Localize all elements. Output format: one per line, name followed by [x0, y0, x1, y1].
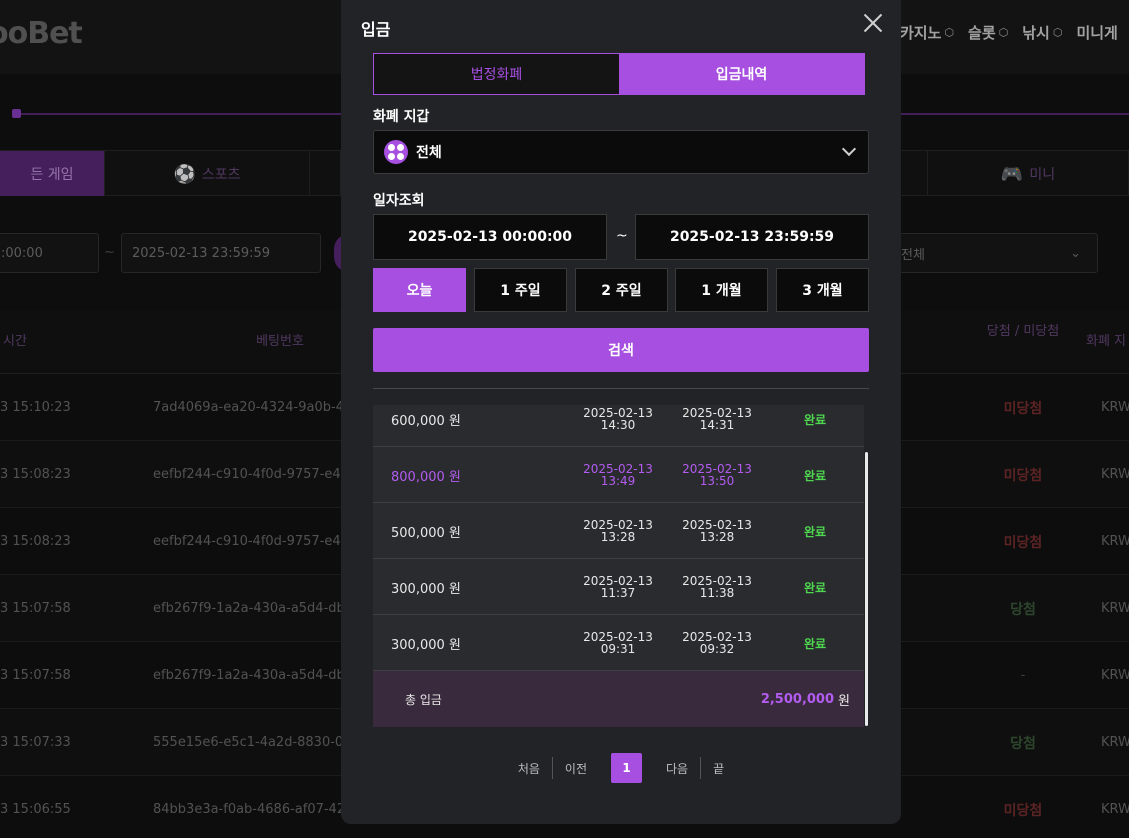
list-item[interactable]: 300,000 원 2025-02-13 09:31 2025-02-13 09:32 완… — [373, 615, 864, 671]
list-item[interactable]: 800,000 원 2025-02-13 13:49 2025-02-13 13:50 완… — [373, 447, 864, 503]
complete-datetime: 2025-02-13 14:31 — [682, 406, 752, 432]
status-badge: 완료 — [804, 468, 827, 483]
total-value: 2,500,000 원 — [760, 691, 850, 709]
page-first[interactable]: 처음 — [506, 760, 552, 777]
request-datetime: 2025-02-13 11:37 — [583, 574, 653, 600]
list-scrollbar[interactable] — [865, 452, 868, 726]
pagination: 처음 이전 1 다음 끝 — [341, 753, 901, 783]
chevron-down-icon — [841, 141, 857, 157]
deposit-amount: 800,000 원 — [391, 469, 461, 485]
divider — [373, 388, 869, 389]
range-1month-button[interactable]: 1 개월 — [675, 268, 768, 312]
search-button[interactable]: 검색 — [373, 328, 869, 372]
date-label: 일자조회 — [373, 193, 425, 209]
deposit-amount: 500,000 원 — [391, 525, 461, 541]
request-datetime: 2025-02-13 13:49 — [583, 462, 653, 488]
deposit-tabs: 법정화폐 입금내역 — [373, 53, 865, 95]
complete-datetime: 2025-02-13 09:32 — [682, 630, 752, 656]
status-badge: 완료 — [804, 524, 827, 539]
tab-deposit-history[interactable]: 입금내역 — [619, 54, 864, 94]
wallet-label: 화폐 지갑 — [373, 109, 430, 125]
page-prev[interactable]: 이전 — [553, 760, 599, 777]
range-today-button[interactable]: 오늘 — [373, 268, 466, 312]
complete-datetime: 2025-02-13 11:38 — [682, 574, 752, 600]
status-badge: 완료 — [804, 412, 827, 427]
modal-title: 입금 — [361, 20, 391, 39]
deposit-amount: 300,000 원 — [391, 581, 461, 597]
deposit-amount: 300,000 원 — [391, 637, 461, 653]
request-datetime: 2025-02-13 13:28 — [583, 518, 653, 544]
complete-datetime: 2025-02-13 13:28 — [682, 518, 752, 544]
list-item[interactable]: 500,000 원 2025-02-13 13:28 2025-02-13 13:28 완… — [373, 503, 864, 559]
date-from-input[interactable]: 2025-02-13 00:00:00 — [373, 214, 607, 260]
status-badge: 완료 — [804, 636, 827, 651]
date-separator: ~ — [616, 228, 628, 244]
date-to-input[interactable]: 2025-02-13 23:59:59 — [635, 214, 869, 260]
page: ooBet 카지노⬡ 슬롯⬡ 낚시⬡ 미니게 든 게임 ⚽스포츠 🎮미니 :00… — [0, 0, 1129, 838]
deposit-modal: 입금 법정화폐 입금내역 화폐 지갑 전체 일자조회 2025-02-13 00… — [341, 0, 901, 824]
range-2week-button[interactable]: 2 주일 — [575, 268, 668, 312]
wallet-select[interactable]: 전체 — [373, 130, 869, 174]
total-row: 총 입금 2,500,000 원 — [373, 671, 864, 727]
range-3month-button[interactable]: 3 개월 — [776, 268, 869, 312]
wallet-select-value: 전체 — [416, 145, 442, 161]
page-next[interactable]: 다음 — [654, 760, 700, 777]
request-datetime: 2025-02-13 09:31 — [583, 630, 653, 656]
page-last[interactable]: 끝 — [701, 760, 736, 777]
status-badge: 완료 — [804, 580, 827, 595]
list-item[interactable]: 300,000 원 2025-02-13 11:37 2025-02-13 11:38 완… — [373, 559, 864, 615]
deposit-list[interactable]: 600,000 원 2025-02-13 14:30 2025-02-13 14:31 완… — [373, 405, 869, 727]
list-item[interactable]: 600,000 원 2025-02-13 14:30 2025-02-13 14:31 완… — [373, 405, 864, 447]
range-1week-button[interactable]: 1 주일 — [474, 268, 567, 312]
total-label: 총 입금 — [405, 692, 442, 707]
complete-datetime: 2025-02-13 13:50 — [682, 462, 752, 488]
page-current[interactable]: 1 — [611, 753, 643, 783]
request-datetime: 2025-02-13 14:30 — [583, 406, 653, 432]
close-icon[interactable] — [860, 10, 886, 36]
tab-fiat[interactable]: 법정화폐 — [374, 54, 619, 94]
wallet-icon — [384, 140, 408, 164]
deposit-amount: 600,000 원 — [391, 413, 461, 429]
